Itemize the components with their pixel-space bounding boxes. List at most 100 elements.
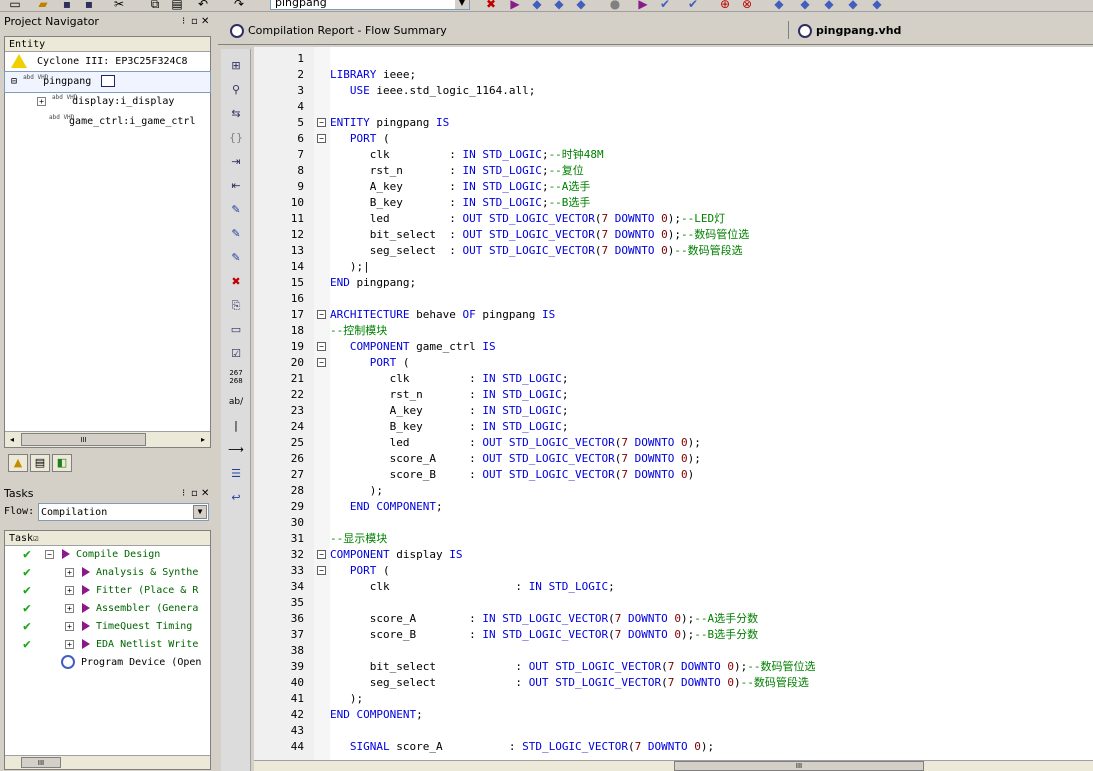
stop-icon[interactable]: ✖ xyxy=(484,0,498,11)
power-icon[interactable]: ◆ xyxy=(772,0,786,11)
unindent-icon[interactable]: ⇤ xyxy=(225,177,247,195)
fold-toggle-icon[interactable]: − xyxy=(317,342,326,351)
open-folder-icon[interactable]: ▰ xyxy=(36,0,50,11)
task-row[interactable]: ✔ + Assembler (Genera xyxy=(5,600,210,618)
save-all-icon[interactable]: ▪ xyxy=(82,0,96,11)
scrollbar-thumb[interactable]: III xyxy=(674,761,924,771)
code-line[interactable]: END COMPONENT; xyxy=(330,707,423,723)
brackets-icon[interactable]: {} xyxy=(225,129,247,147)
restore-icon[interactable]: ▫ xyxy=(191,13,198,31)
code-line[interactable]: ARCHITECTURE behave OF pingpang IS xyxy=(330,307,555,323)
pin-icon[interactable]: ⁝ xyxy=(182,13,185,31)
tab-design-units[interactable]: ◧ xyxy=(52,454,72,472)
run-task-icon[interactable] xyxy=(82,567,90,577)
task-row[interactable]: ✔ + EDA Netlist Write xyxy=(5,636,210,654)
expand-plus-icon[interactable]: + xyxy=(65,603,74,613)
pin-planner-icon[interactable]: ⊗ xyxy=(740,0,754,11)
bookmark-clear-icon[interactable]: ✖ xyxy=(225,273,247,291)
task-row[interactable]: Program Device (Open xyxy=(5,654,210,672)
tab-files[interactable]: ▤ xyxy=(30,454,50,472)
code-line[interactable]: LIBRARY ieee; xyxy=(330,67,416,83)
indent-icon[interactable]: ⇥ xyxy=(225,153,247,171)
code-line[interactable]: USE ieee.std_logic_1164.all; xyxy=(330,83,535,99)
find-icon[interactable]: ⚲ xyxy=(225,81,247,99)
code-line[interactable]: A_key : IN STD_LOGIC; xyxy=(330,403,569,419)
fold-toggle-icon[interactable]: − xyxy=(317,310,326,319)
save-icon[interactable]: ▪ xyxy=(60,0,74,11)
code-line[interactable]: B_key : IN STD_LOGIC; xyxy=(330,419,569,435)
code-editor[interactable]: 1 2 3 4 5 6 7 8 9 10 11 12 13 14 15 16 17 18 19 20 21 22 23 24 2… xyxy=(254,47,1093,771)
code-line[interactable]: ); xyxy=(330,483,383,499)
code-line[interactable]: END COMPONENT; xyxy=(330,499,443,515)
programmer-icon[interactable]: ✔ xyxy=(658,0,672,11)
code-line[interactable]: COMPONENT game_ctrl IS xyxy=(330,339,496,355)
fold-toggle-icon[interactable]: − xyxy=(317,134,326,143)
timing-icon[interactable]: ◆ xyxy=(552,0,566,11)
block-comment-icon[interactable]: ▭ xyxy=(225,321,247,339)
signaltap-icon[interactable]: ◆ xyxy=(798,0,812,11)
task-row[interactable]: ✔ + Fitter (Place & R xyxy=(5,582,210,600)
undo-icon[interactable]: ↶ xyxy=(196,0,210,11)
code-line[interactable]: rst_n : IN STD_LOGIC;--复位 xyxy=(330,163,584,179)
start-compilation-icon[interactable]: ▶ xyxy=(508,0,522,11)
megawizard-icon[interactable]: ◆ xyxy=(822,0,836,11)
code-line[interactable]: COMPONENT display IS xyxy=(330,547,462,563)
fold-toggle-icon[interactable]: − xyxy=(317,118,326,127)
pin-icon[interactable]: ⁝ xyxy=(182,485,185,503)
scrollbar-thumb[interactable]: III xyxy=(21,757,61,768)
insert-file-icon[interactable]: ⎘ xyxy=(225,297,247,315)
rtl-viewer-icon[interactable]: ✔ xyxy=(686,0,700,11)
tree-item-game-ctrl[interactable]: abd VHD game_ctrl:i_game_ctrl xyxy=(5,112,210,132)
bookmark-toggle-icon[interactable]: ✎ xyxy=(225,201,247,219)
code-line[interactable]: B_key : IN STD_LOGIC;--B选手 xyxy=(330,195,591,211)
expand-plus-icon[interactable]: + xyxy=(37,96,46,106)
expand-plus-icon[interactable]: + xyxy=(65,639,74,649)
redo-icon[interactable]: ↷ xyxy=(232,0,246,11)
collapse-minus-icon[interactable]: − xyxy=(45,549,54,559)
scrollbar-thumb[interactable]: III xyxy=(21,433,146,446)
code-line[interactable]: PORT ( xyxy=(330,131,390,147)
code-line[interactable]: bit_select : OUT STD_LOGIC_VECTOR(7 DOWN… xyxy=(330,659,816,675)
code-line[interactable]: clk : IN STD_LOGIC;--时钟48M xyxy=(330,147,604,163)
new-file-icon[interactable]: ▭ xyxy=(8,0,22,11)
tree-item-pingpang[interactable]: ⊟ abd VHD pingpang xyxy=(4,71,211,93)
word-wrap-icon[interactable]: ab/ xyxy=(225,393,247,411)
expand-plus-icon[interactable]: + xyxy=(65,567,74,577)
bookmark-next-icon[interactable]: ✎ xyxy=(225,225,247,243)
line-numbers-icon[interactable]: 267 268 xyxy=(225,369,247,387)
arrow-icon[interactable]: ⟶ xyxy=(225,441,247,459)
code-line[interactable]: rst_n : IN STD_LOGIC; xyxy=(330,387,569,403)
fold-toggle-icon[interactable]: − xyxy=(317,358,326,367)
cut-icon[interactable]: ✂ xyxy=(112,0,126,11)
code-line[interactable]: score_A : IN STD_LOGIC_VECTOR(7 DOWNTO 0… xyxy=(330,611,758,627)
code-line[interactable]: --控制模块 xyxy=(330,323,387,339)
paste-icon[interactable]: ▤ xyxy=(170,0,184,11)
task-row[interactable]: ✔ + Analysis & Synthe xyxy=(5,564,210,582)
top-level-entity-combo[interactable]: pingpang ▼ xyxy=(270,0,470,10)
sopc-icon[interactable]: ◆ xyxy=(846,0,860,11)
run-task-icon[interactable] xyxy=(82,603,90,613)
code-line[interactable]: seg_select : OUT STD_LOGIC_VECTOR(7 DOWN… xyxy=(330,675,809,691)
code-line[interactable]: led : OUT STD_LOGIC_VECTOR(7 DOWNTO 0);-… xyxy=(330,211,725,227)
code-line[interactable]: PORT ( xyxy=(330,563,390,579)
chevron-down-icon[interactable]: ▼ xyxy=(455,0,469,9)
uncomment-icon[interactable]: ↩ xyxy=(225,489,247,507)
code-line[interactable]: clk : IN STD_LOGIC; xyxy=(330,579,615,595)
close-icon[interactable]: ✕ xyxy=(201,485,209,503)
replace-icon[interactable]: ⇆ xyxy=(225,105,247,123)
chevron-down-icon[interactable]: ▼ xyxy=(193,505,207,519)
close-icon[interactable]: ✕ xyxy=(201,13,209,31)
code-line[interactable]: score_A : OUT STD_LOGIC_VECTOR(7 DOWNTO … xyxy=(330,451,701,467)
run-task-icon[interactable] xyxy=(82,639,90,649)
bookmark-prev-icon[interactable]: ✎ xyxy=(225,249,247,267)
code-line[interactable]: );| xyxy=(330,259,370,275)
check-icon[interactable]: ☑ xyxy=(225,345,247,363)
editor-horizontal-scrollbar[interactable]: III xyxy=(254,760,1093,771)
fold-toggle-icon[interactable]: − xyxy=(317,566,326,575)
expand-plus-icon[interactable]: + xyxy=(65,621,74,631)
code-line[interactable]: --显示模块 xyxy=(330,531,387,547)
code-line[interactable]: bit_select : OUT STD_LOGIC_VECTOR(7 DOWN… xyxy=(330,227,750,243)
task-row[interactable]: ✔ − Compile Design xyxy=(5,546,210,564)
restore-icon[interactable]: ▫ xyxy=(191,485,198,503)
scroll-right-icon[interactable]: ▸ xyxy=(196,432,210,447)
